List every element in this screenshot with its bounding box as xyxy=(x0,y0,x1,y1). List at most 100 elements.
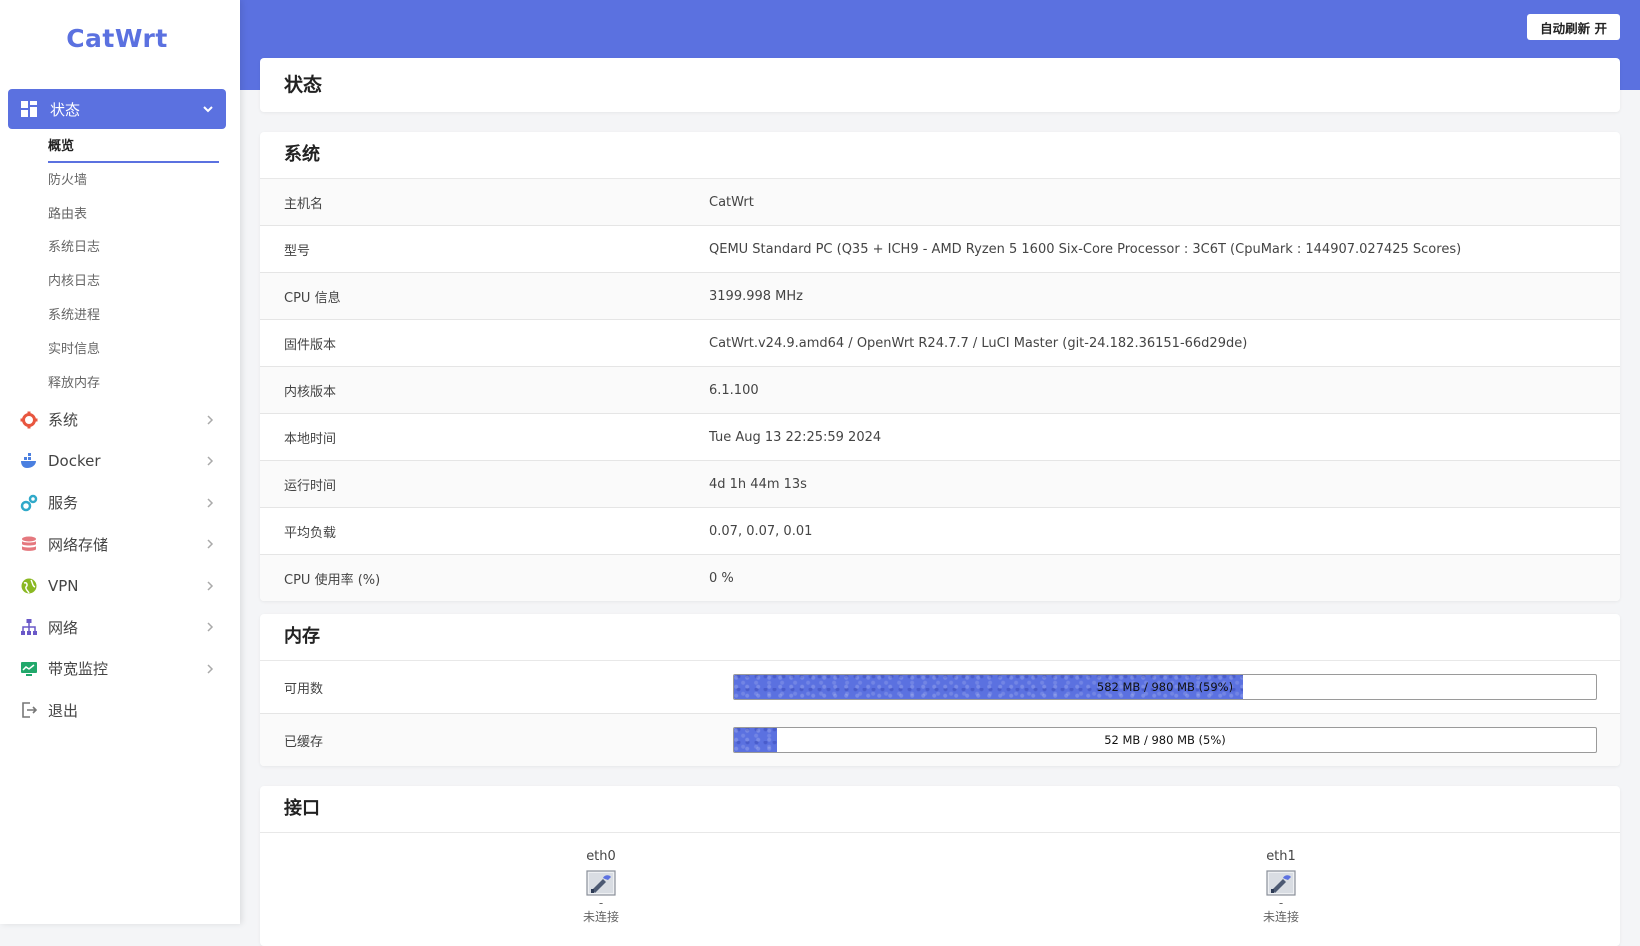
submenu-item-overview[interactable]: 概览 xyxy=(48,133,219,167)
sidebar-nav: 系统 Docker 服务 网络存储 VPN 网络 带宽监控 退出 xyxy=(0,399,240,731)
row-label: CPU 使用率 (%) xyxy=(284,572,381,588)
memory-progress-bar: 52 MB / 980 MB (5%) xyxy=(733,727,1597,753)
chevron-right-icon xyxy=(205,415,215,425)
row-value: QEMU Standard PC (Q35 + ICH9 - AMD Ryzen… xyxy=(709,241,1462,257)
sidebar-item-label: 退出 xyxy=(48,701,79,720)
row-label: 型号 xyxy=(284,243,311,259)
row-label: CPU 信息 xyxy=(284,290,341,306)
chevron-right-icon xyxy=(205,456,215,466)
row-value: CatWrt.v24.9.amd64 / OpenWrt R24.7.7 / L… xyxy=(709,335,1248,351)
sidebar-group-status[interactable]: 状态 xyxy=(8,89,226,129)
sidebar-item-logout[interactable]: 退出 xyxy=(0,690,240,732)
sidebar-item-vpn[interactable]: VPN xyxy=(0,565,240,607)
sidebar-item-network-storage[interactable]: 网络存储 xyxy=(0,524,240,566)
table-row: CPU 信息 3199.998 MHz xyxy=(260,273,1620,320)
interface-status: - xyxy=(1278,896,1284,910)
table-row: 内核版本 6.1.100 xyxy=(260,367,1620,414)
row-label: 主机名 xyxy=(284,196,324,212)
memory-row-cached: 已缓存 52 MB / 980 MB (5%) xyxy=(260,714,1620,766)
row-value: 6.1.100 xyxy=(709,382,759,398)
gear-icon xyxy=(20,411,38,429)
chevron-right-icon xyxy=(205,539,215,549)
interface-state-label: 未连接 xyxy=(582,910,619,924)
row-value: CatWrt xyxy=(709,194,754,210)
system-table: 主机名 CatWrt 型号 QEMU Standard PC (Q35 + IC… xyxy=(260,179,1620,601)
row-value: Tue Aug 13 22:25:59 2024 xyxy=(709,429,882,445)
submenu-item-routes[interactable]: 路由表 xyxy=(48,201,218,235)
globe-icon xyxy=(20,577,38,595)
sidebar-item-label: 服务 xyxy=(48,494,79,513)
chevron-right-icon xyxy=(205,498,215,508)
row-value: 3199.998 MHz xyxy=(709,288,803,304)
page-title-card: 状态 xyxy=(260,58,1620,112)
row-value: 0.07, 0.07, 0.01 xyxy=(709,523,813,539)
sidebar-item-label: 系统 xyxy=(48,411,79,430)
page-title: 状态 xyxy=(284,74,323,96)
system-section: 系统 主机名 CatWrt 型号 QEMU Standard PC (Q35 +… xyxy=(260,132,1620,601)
interface-port[interactable]: eth0 - 未连接 xyxy=(571,849,631,924)
app-logo[interactable]: CatWrt xyxy=(0,24,234,53)
sidebar: CatWrt 状态 概览 防火墙 路由表 系统日志 内核日志 系统进程 实时信息… xyxy=(0,0,240,924)
database-icon xyxy=(20,535,38,553)
monitor-chart-icon xyxy=(20,660,38,678)
submenu-item-processes[interactable]: 系统进程 xyxy=(48,302,218,336)
system-section-title: 系统 xyxy=(260,132,1620,179)
logout-icon xyxy=(20,701,38,719)
sidebar-item-system[interactable]: 系统 xyxy=(0,399,240,441)
table-row: 型号 QEMU Standard PC (Q35 + ICH9 - AMD Ry… xyxy=(260,226,1620,273)
ethernet-port-icon xyxy=(1266,870,1296,896)
chevron-right-icon xyxy=(205,622,215,632)
table-row: 固件版本 CatWrt.v24.9.amd64 / OpenWrt R24.7.… xyxy=(260,320,1620,367)
docker-whale-icon xyxy=(20,452,38,470)
sidebar-item-label: Docker xyxy=(48,452,101,471)
row-label: 已缓存 xyxy=(284,734,324,750)
memory-row-available: 可用数 582 MB / 980 MB (59%) xyxy=(260,661,1620,714)
interface-state-label: 未连接 xyxy=(1262,910,1299,924)
interfaces-section-title: 接口 xyxy=(260,786,1620,833)
network-tree-icon xyxy=(20,618,38,636)
sidebar-item-docker[interactable]: Docker xyxy=(0,441,240,483)
table-row: 本地时间 Tue Aug 13 22:25:59 2024 xyxy=(260,414,1620,461)
ethernet-port-icon xyxy=(586,870,616,896)
row-label: 本地时间 xyxy=(284,431,337,447)
dashboard-grid-icon xyxy=(20,100,38,118)
memory-section: 内存 可用数 582 MB / 980 MB (59%) 已缓存 52 MB /… xyxy=(260,614,1620,766)
sidebar-item-label: 网络存储 xyxy=(48,535,109,554)
interface-status: - xyxy=(598,896,604,910)
chevron-down-icon xyxy=(202,103,214,115)
services-gears-icon xyxy=(20,494,38,512)
submenu-item-realtime[interactable]: 实时信息 xyxy=(48,336,218,370)
interfaces-section: 接口 eth0 - 未连接 eth1 - 未连接 xyxy=(260,786,1620,946)
row-label: 可用数 xyxy=(284,681,324,697)
sidebar-item-bandwidth[interactable]: 带宽监控 xyxy=(0,648,240,690)
chevron-right-icon xyxy=(205,664,215,674)
submenu-item-firewall[interactable]: 防火墙 xyxy=(48,167,218,201)
row-label: 固件版本 xyxy=(284,337,337,353)
progress-text: 52 MB / 980 MB (5%) xyxy=(1104,733,1226,747)
sidebar-item-label: VPN xyxy=(48,576,79,595)
table-row: 平均负载 0.07, 0.07, 0.01 xyxy=(260,508,1620,555)
progress-text: 582 MB / 980 MB (59%) xyxy=(1096,680,1234,694)
memory-section-title: 内存 xyxy=(260,614,1620,661)
row-value: 4d 1h 44m 13s xyxy=(709,476,807,492)
table-row: 运行时间 4d 1h 44m 13s xyxy=(260,461,1620,508)
submenu-item-syslog[interactable]: 系统日志 xyxy=(48,234,218,268)
interface-port[interactable]: eth1 - 未连接 xyxy=(1251,849,1311,924)
row-label: 运行时间 xyxy=(284,478,337,494)
sidebar-group-label: 状态 xyxy=(50,100,81,119)
auto-refresh-toggle-button[interactable]: 自动刷新 开 xyxy=(1527,14,1620,40)
sidebar-item-label: 网络 xyxy=(48,618,79,637)
interface-name: eth0 xyxy=(586,849,616,864)
submenu-item-kernel-log[interactable]: 内核日志 xyxy=(48,268,218,302)
sidebar-item-network[interactable]: 网络 xyxy=(0,607,240,649)
table-row: 主机名 CatWrt xyxy=(260,179,1620,226)
row-label: 内核版本 xyxy=(284,384,337,400)
table-row: CPU 使用率 (%) 0 % xyxy=(260,555,1620,601)
sidebar-item-services[interactable]: 服务 xyxy=(0,482,240,524)
memory-progress-bar: 582 MB / 980 MB (59%) xyxy=(733,674,1597,700)
chevron-right-icon xyxy=(205,581,215,591)
row-label: 平均负载 xyxy=(284,525,337,541)
interface-name: eth1 xyxy=(1266,849,1296,864)
interface-list: eth0 - 未连接 eth1 - 未连接 xyxy=(260,833,1620,943)
row-value: 0 % xyxy=(709,570,734,586)
